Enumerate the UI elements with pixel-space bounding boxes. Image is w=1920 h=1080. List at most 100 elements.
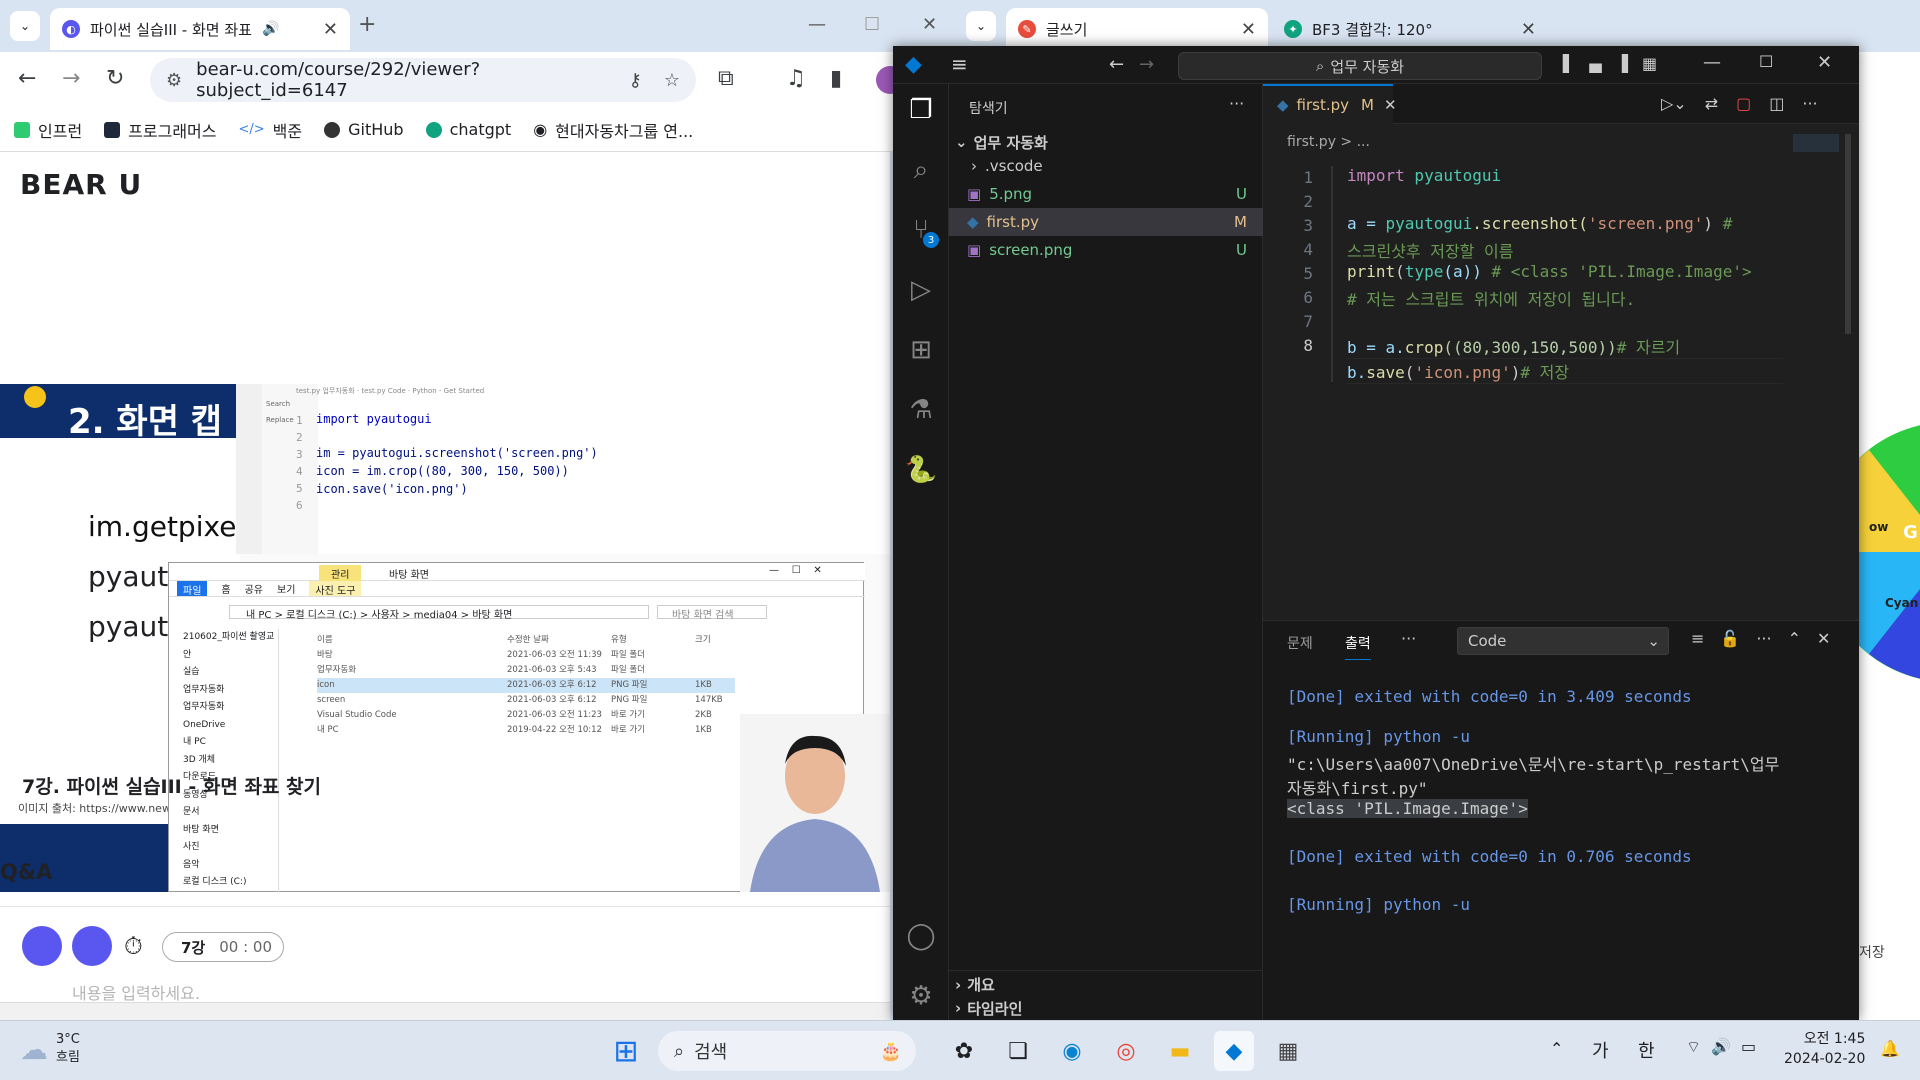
extensions-icon[interactable]: ⊞ xyxy=(905,334,937,366)
address-bar[interactable]: ⚙ bear-u.com/course/292/viewer?subject_i… xyxy=(150,58,696,102)
tab-bf3[interactable]: ✦ BF3 결합각: 120° ✕ xyxy=(1272,8,1548,50)
chevron-up-icon[interactable]: ⌃ xyxy=(1550,1039,1563,1058)
compare-icon[interactable]: ⇄ xyxy=(1705,94,1718,113)
code-line-7[interactable]: b = a.crop((80,300,150,500))# 자르기 xyxy=(1347,334,1680,358)
horizontal-scrollbar[interactable] xyxy=(0,1002,890,1020)
split-editor-icon[interactable]: ◫ xyxy=(1769,94,1784,113)
search-icon[interactable]: ⌕ xyxy=(905,154,937,186)
tab-course-viewer[interactable]: ◐ 파이썬 실습III - 화면 좌표 🔊 ✕ xyxy=(50,8,350,50)
forward-icon[interactable]: → xyxy=(1139,54,1154,75)
tab-close-icon[interactable]: ✕ xyxy=(323,19,338,40)
bookmark-hyundai[interactable]: ◉ 현대자동차그룹 연... xyxy=(533,118,693,142)
site-info-icon[interactable]: ⚙ xyxy=(166,70,182,91)
save-link[interactable]: 저장 xyxy=(1859,942,1885,962)
testing-icon[interactable]: ⚗ xyxy=(905,394,937,426)
back-icon[interactable]: ← xyxy=(18,66,36,91)
bookmark-programmers[interactable]: 프로그래머스 xyxy=(104,118,217,142)
settings-gear-icon[interactable]: ⚙ xyxy=(905,980,937,1012)
timeline-section[interactable]: › 타임라인 xyxy=(949,996,1263,1020)
notification-bell-icon[interactable]: 🔔 xyxy=(1880,1039,1900,1058)
source-control-icon[interactable]: ⑂ 3 xyxy=(905,214,939,248)
toggle-secondary-icon[interactable]: ▐ xyxy=(1616,54,1628,73)
bookmark-chatgpt[interactable]: chatgpt xyxy=(425,120,511,139)
bookmark-github[interactable]: GitHub xyxy=(324,120,404,139)
code-line-5[interactable]: # 저는 스크립트 위치에 저장이 됩니다. xyxy=(1347,286,1635,310)
run-icon[interactable]: ▷⌄ xyxy=(1661,94,1687,113)
maximize-panel-icon[interactable]: ⌃ xyxy=(1788,629,1801,648)
run-debug-icon[interactable]: ▷ xyxy=(905,274,937,306)
file-explorer-icon[interactable]: ▬ xyxy=(1160,1031,1200,1071)
outline-section[interactable]: › 개요 xyxy=(949,970,1263,998)
ime-mode[interactable]: 가 xyxy=(1592,1037,1609,1063)
bookmark-star-icon[interactable]: ☆ xyxy=(664,70,680,91)
maximize-button[interactable]: ☐ xyxy=(864,14,880,35)
lock-scroll-icon[interactable]: 🔓 xyxy=(1720,629,1740,648)
taskbar-search[interactable]: ⌕ 검색 🎂 xyxy=(658,1031,916,1071)
lecture-video[interactable]: 2. 화면 캡처 im.getpixe pyaut pyaut 이미지 출처: … xyxy=(0,384,890,892)
more-actions-icon[interactable]: ··· xyxy=(1401,629,1416,648)
timestamp-chip[interactable]: 7강 00 : 00 xyxy=(162,932,284,962)
minimize-button[interactable]: — xyxy=(808,14,826,35)
code-line-8[interactable]: b.save('icon.png')# 저장 xyxy=(1347,358,1783,384)
audio-icon[interactable]: 🔊 xyxy=(262,21,279,37)
edge-icon[interactable]: ◉ xyxy=(1052,1031,1092,1071)
customize-layout-icon[interactable]: ▦ xyxy=(1642,54,1657,73)
tab-search-button[interactable]: ⌄ xyxy=(10,11,40,41)
close-button[interactable]: ✕ xyxy=(922,14,937,35)
comment-input[interactable]: 내용을 입력하세요. xyxy=(72,980,200,1004)
tab-write[interactable]: ✎ 글쓰기 ✕ xyxy=(1006,8,1268,50)
tab-close-icon[interactable]: ✕ xyxy=(1241,19,1256,40)
close-panel-icon[interactable]: ✕ xyxy=(1817,629,1830,648)
timer-icon[interactable]: ⏱ xyxy=(124,932,143,960)
bookmark-inflearn[interactable]: 인프런 xyxy=(14,118,82,142)
tree-item-firstpy[interactable]: ◆ first.py M xyxy=(949,208,1263,236)
reload-icon[interactable]: ↻ xyxy=(106,66,124,91)
back-icon[interactable]: ← xyxy=(1109,54,1124,75)
output-channel-select[interactable]: Code ⌄ xyxy=(1457,627,1669,655)
password-key-icon[interactable]: ⚷ xyxy=(629,70,642,91)
explorer-icon[interactable]: ❐ xyxy=(905,94,937,126)
tab-problems[interactable]: 문제 xyxy=(1287,633,1313,653)
close-icon[interactable]: ✕ xyxy=(1384,96,1397,114)
vscode-taskbar-icon[interactable]: ◆ xyxy=(1214,1031,1254,1071)
code-line-3[interactable]: a = pyautogui.screenshot('screen.png') # xyxy=(1347,214,1732,233)
task-view-icon[interactable]: ❏ xyxy=(998,1031,1038,1071)
maximize-button[interactable]: ☐ xyxy=(1759,52,1773,71)
copilot-icon[interactable]: ✿ xyxy=(944,1031,984,1071)
forward-icon[interactable]: → xyxy=(62,66,80,91)
extensions-icon[interactable]: ⧉ xyxy=(718,66,734,91)
windows-start-icon[interactable]: ⊞ xyxy=(606,1031,646,1071)
minimize-button[interactable]: — xyxy=(1703,52,1721,73)
tab-close-icon[interactable]: ✕ xyxy=(1521,19,1536,40)
menu-icon[interactable]: ≡ xyxy=(951,52,968,76)
tab-first-py[interactable]: ◆ first.py M ✕ xyxy=(1263,84,1397,124)
account-icon[interactable]: ◯ xyxy=(905,920,937,952)
more-actions-icon[interactable]: ··· xyxy=(1802,94,1817,113)
code-line-3-wrap[interactable]: 스크린샷후 저장할 이름 xyxy=(1347,238,1513,262)
side-panel-icon[interactable]: ▮ xyxy=(830,66,842,91)
more-actions-icon[interactable]: ··· xyxy=(1229,94,1244,113)
tree-item-vscode[interactable]: › .vscode xyxy=(949,152,1263,180)
chrome-icon[interactable]: ◎ xyxy=(1106,1031,1146,1071)
tree-item-screenpng[interactable]: ▣ screen.png U xyxy=(949,236,1263,264)
more-actions-icon[interactable]: ··· xyxy=(1756,629,1771,648)
toggle-panel-icon[interactable]: ▄ xyxy=(1589,54,1601,73)
bear-u-logo[interactable]: BEAR U xyxy=(20,168,142,201)
code-line-4[interactable]: print(type(a)) # <class 'PIL.Image.Image… xyxy=(1347,262,1752,281)
breadcrumb[interactable]: first.py > ... xyxy=(1287,134,1370,150)
weather-widget[interactable]: ☁ 3°C 흐림 xyxy=(20,1031,80,1067)
python-icon[interactable]: 🐍 xyxy=(905,454,937,486)
toggle-sidebar-icon[interactable]: ▌ xyxy=(1563,54,1575,73)
tree-item-5png[interactable]: ▣ 5.png U xyxy=(949,180,1263,208)
close-button[interactable]: ✕ xyxy=(1817,52,1832,73)
bookmark-baekjoon[interactable]: </> 백준 xyxy=(239,118,303,142)
code-line-1[interactable]: import pyautogui xyxy=(1347,166,1501,185)
system-tray[interactable]: ⌔ 🔊 ▭ xyxy=(1686,1037,1756,1057)
ime-language[interactable]: 한 xyxy=(1638,1037,1655,1063)
new-tab-button[interactable]: + xyxy=(358,12,376,37)
media-control-icon[interactable]: ♫ xyxy=(786,66,806,91)
clock[interactable]: 오전 1:45 2024-02-20 xyxy=(1784,1029,1865,1069)
clear-output-icon[interactable]: ≡ xyxy=(1691,629,1704,648)
stop-icon[interactable]: ▢ xyxy=(1736,94,1751,113)
tab-search-button[interactable]: ⌄ xyxy=(966,11,996,41)
